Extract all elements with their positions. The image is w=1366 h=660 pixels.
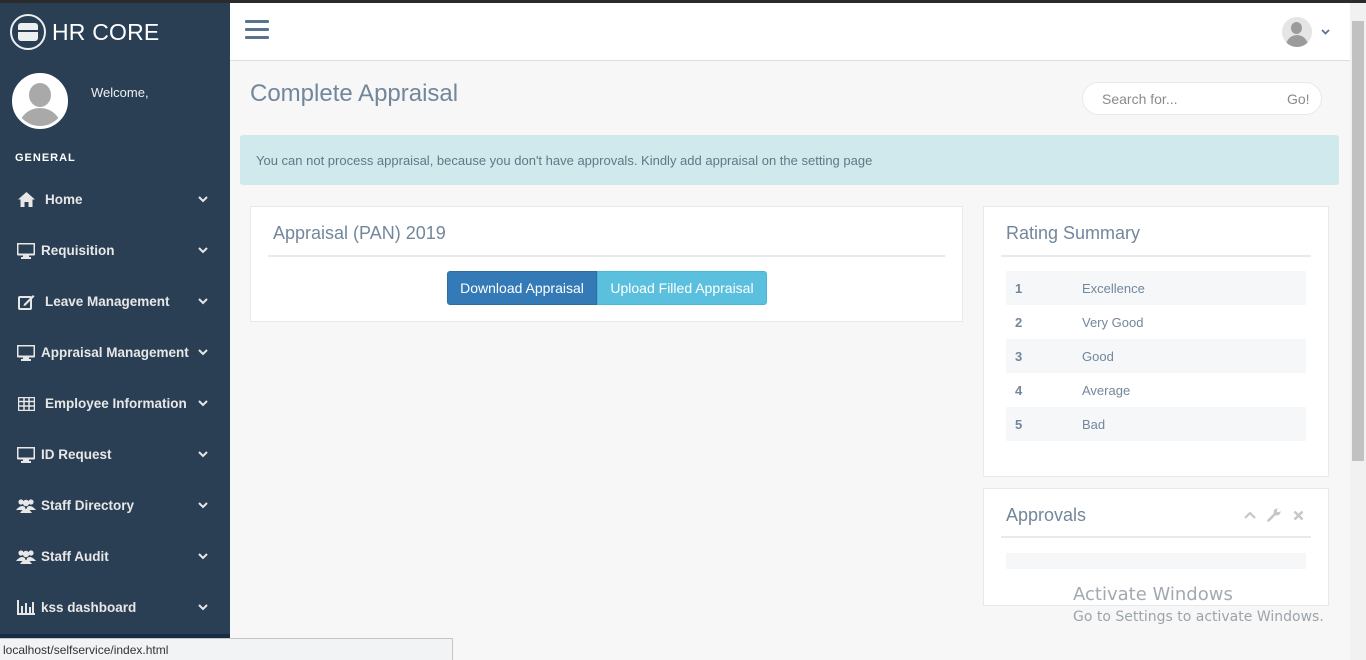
rating-number: 3: [1006, 339, 1082, 373]
rating-summary-panel: Rating Summary 1 Excellence 2 Very Good 3G…: [983, 206, 1329, 477]
chevron-down-icon: [198, 196, 208, 203]
alert-message: You can not process appraisal, because y…: [240, 135, 1339, 185]
chevron-up-icon[interactable]: [1242, 507, 1258, 523]
sidebar-item-label: Staff Audit: [41, 549, 109, 564]
panel-toolbox: [1242, 507, 1306, 523]
appraisal-panel: Appraisal (PAN) 2019 Download Appraisal …: [250, 206, 963, 322]
sidebar: HR CORE Welcome, GENERAL Home Requisitio…: [0, 3, 230, 660]
table-row: 2 Very Good: [1006, 305, 1306, 339]
top-navbar: [230, 3, 1350, 61]
sidebar-item-label: Home: [45, 192, 83, 207]
sidebar-item-staff-audit[interactable]: Staff Audit: [0, 531, 230, 582]
brand[interactable]: HR CORE: [0, 3, 230, 61]
search-go-button[interactable]: Go!: [1287, 91, 1310, 107]
search-box: Go!: [1082, 82, 1322, 115]
chevron-down-icon: [198, 553, 208, 560]
avatar: [12, 73, 68, 129]
avatar: [1282, 17, 1312, 47]
sidebar-item-employee-information[interactable]: Employee Information: [0, 378, 230, 429]
divider: [268, 255, 945, 257]
sidebar-item-label: Employee Information: [45, 396, 187, 411]
search-input[interactable]: [1083, 90, 1273, 107]
rating-number: 5: [1006, 407, 1082, 441]
home-icon: [15, 192, 37, 207]
chevron-down-icon: [198, 247, 208, 254]
sidebar-item-label: Leave Management: [45, 294, 170, 309]
chevron-down-icon: [198, 451, 208, 458]
watermark-subtitle: Go to Settings to activate Windows.: [1073, 609, 1324, 625]
scrollbar-thumb[interactable]: [1352, 21, 1364, 461]
user-menu[interactable]: [1282, 17, 1330, 47]
table-row: 5 Bad: [1006, 407, 1306, 441]
sidebar-item-label: Appraisal Management: [41, 345, 189, 360]
table-row: 3 Good: [1006, 339, 1306, 373]
chevron-down-icon: [198, 400, 208, 407]
approvals-list: [1006, 553, 1306, 569]
rating-number: 4: [1015, 382, 1023, 398]
upload-appraisal-button[interactable]: Upload Filled Appraisal: [597, 271, 767, 305]
users-icon: [15, 549, 37, 564]
scrollbar[interactable]: [1350, 3, 1366, 660]
edit-icon: [15, 294, 37, 310]
divider: [1001, 536, 1311, 538]
chevron-down-icon: [1321, 29, 1330, 35]
chevron-down-icon: [198, 502, 208, 509]
rating-number: 1: [1006, 271, 1082, 305]
desktop-icon: [15, 344, 37, 361]
sidebar-item-label: kss dashboard: [41, 600, 137, 615]
watermark-title: Activate Windows: [1073, 584, 1233, 605]
desktop-icon: [15, 242, 37, 259]
chevron-down-icon: [198, 298, 208, 305]
activate-windows-watermark: Activate Windows Go to Settings to activ…: [1073, 584, 1324, 625]
profile: Welcome,: [0, 61, 230, 141]
briefcase-icon: [10, 14, 46, 50]
chevron-down-icon: [198, 349, 208, 356]
table-row: 1 Excellence: [1006, 271, 1306, 305]
sidebar-item-label: ID Request: [41, 447, 112, 462]
wrench-icon[interactable]: [1266, 507, 1282, 523]
browser-status-bar: localhost/selfservice/index.html: [0, 638, 453, 660]
sidebar-item-leave-management[interactable]: Leave Management: [0, 276, 230, 327]
sidebar-item-home[interactable]: Home: [0, 174, 230, 225]
divider: [1001, 255, 1311, 257]
chevron-down-icon: [198, 604, 208, 611]
sidebar-item-label: Requisition: [41, 243, 115, 258]
panel-title: Approvals: [1006, 505, 1087, 525]
button-group: Download Appraisal Upload Filled Apprais…: [447, 271, 767, 305]
panel-title: Appraisal (PAN) 2019: [273, 223, 446, 243]
rating-number: 2: [1015, 314, 1023, 330]
menu-section-title: GENERAL: [15, 152, 76, 164]
download-appraisal-button[interactable]: Download Appraisal: [447, 271, 597, 305]
sidebar-item-label: Staff Directory: [41, 498, 135, 513]
main-content: Complete Appraisal Go! You can not proce…: [230, 62, 1350, 660]
table-row: 4 Average: [1006, 373, 1306, 407]
bar-chart-icon: [15, 600, 37, 615]
welcome-text: Welcome,: [91, 84, 149, 100]
sidebar-item-requisition[interactable]: Requisition: [0, 225, 230, 276]
menu-toggle-icon[interactable]: [245, 20, 269, 42]
sidebar-item-staff-directory[interactable]: Staff Directory: [0, 480, 230, 531]
users-icon: [15, 498, 37, 513]
rating-label: Excellence: [1082, 271, 1306, 305]
sidebar-item-id-request[interactable]: ID Request: [0, 429, 230, 480]
page-title: Complete Appraisal: [250, 80, 459, 107]
rating-label: Very Good: [1082, 314, 1144, 330]
sidebar-item-appraisal-management[interactable]: Appraisal Management: [0, 327, 230, 378]
window-top-border: [0, 0, 1366, 3]
desktop-icon: [15, 446, 37, 463]
rating-label: Good: [1082, 339, 1306, 373]
sidebar-item-kss-dashboard[interactable]: kss dashboard: [0, 582, 230, 633]
close-icon[interactable]: [1290, 507, 1306, 523]
rating-label: Average: [1082, 382, 1131, 398]
rating-label: Bad: [1082, 407, 1306, 441]
table-icon: [15, 396, 37, 411]
panel-title: Rating Summary: [1006, 223, 1141, 243]
brand-title: HR CORE: [52, 18, 160, 45]
rating-table: 1 Excellence 2 Very Good 3 Good 4 Average 5B…: [1006, 271, 1306, 441]
